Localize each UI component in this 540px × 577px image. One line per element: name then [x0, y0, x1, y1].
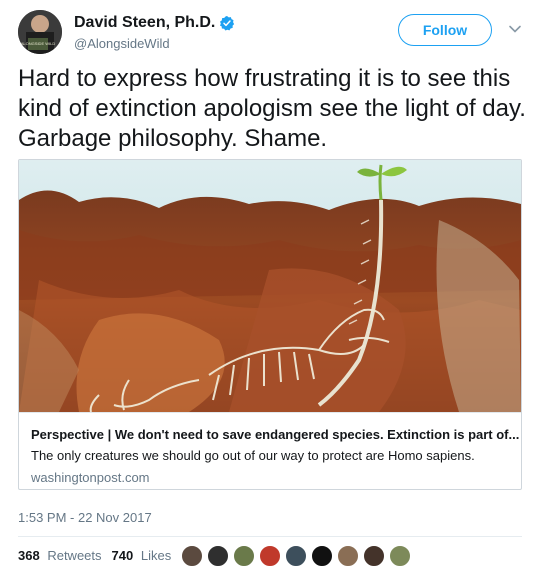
liker-avatar[interactable]	[285, 545, 307, 567]
divider	[18, 536, 522, 537]
liker-avatar[interactable]	[311, 545, 333, 567]
retweets-stat[interactable]: 368 Retweets	[18, 548, 102, 563]
tweet-header: ALONGSIDE WILD David Steen, Ph.D. @Along…	[18, 8, 528, 58]
card-body[interactable]: Perspective | We don't need to save enda…	[19, 412, 521, 489]
card-image[interactable]	[19, 160, 521, 412]
liker-avatar[interactable]	[259, 545, 281, 567]
liker-avatar[interactable]	[233, 545, 255, 567]
author-name[interactable]: David Steen, Ph.D.	[74, 14, 215, 32]
likes-count: 740	[111, 548, 134, 563]
author-name-row: David Steen, Ph.D.	[74, 14, 235, 32]
verified-badge-icon	[220, 16, 235, 31]
tweet-timestamp[interactable]: 1:53 PM - 22 Nov 2017	[18, 510, 152, 525]
card-title[interactable]: Perspective | We don't need to save enda…	[31, 427, 519, 442]
engagement-stats: 368 Retweets 740 Likes	[18, 548, 181, 563]
liker-avatar[interactable]	[337, 545, 359, 567]
link-card[interactable]: Perspective | We don't need to save enda…	[18, 159, 522, 490]
card-description: The only creatures we should go out of o…	[31, 448, 475, 463]
liker-avatar[interactable]	[389, 545, 411, 567]
liker-avatar[interactable]	[363, 545, 385, 567]
liker-avatar[interactable]	[207, 545, 229, 567]
card-domain[interactable]: washingtonpost.com	[31, 470, 150, 485]
liker-avatar[interactable]	[181, 545, 203, 567]
avatar-book-text: ALONGSIDE WILD	[21, 41, 56, 46]
chevron-down-icon[interactable]	[508, 22, 522, 36]
likes-stat[interactable]: 740 Likes	[112, 548, 172, 563]
liker-avatars	[181, 545, 415, 567]
retweets-label: Retweets	[47, 548, 102, 563]
follow-button[interactable]: Follow	[398, 14, 492, 46]
avatar[interactable]: ALONGSIDE WILD	[18, 10, 62, 54]
retweets-count: 368	[18, 548, 40, 563]
tweet-text: Hard to express how frustrating it is to…	[18, 65, 526, 152]
likes-label: Likes	[140, 548, 172, 563]
author-handle[interactable]: @AlongsideWild	[74, 36, 170, 51]
